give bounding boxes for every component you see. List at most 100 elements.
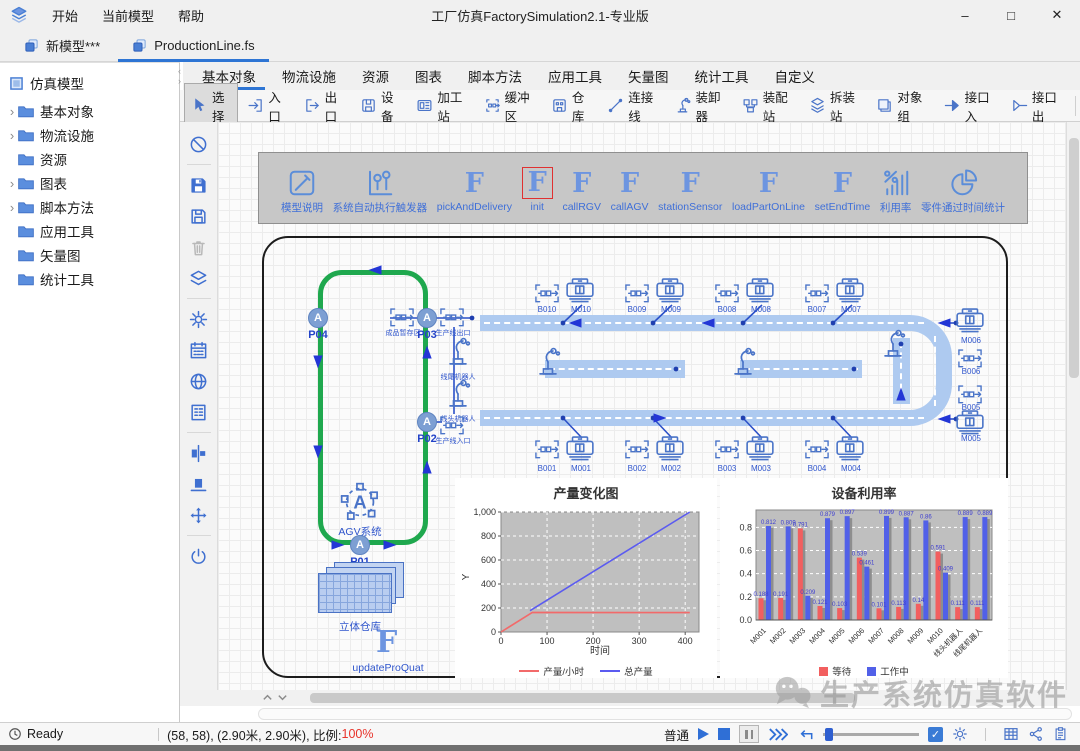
script-item-stationSensor[interactable]: FstationSensor — [658, 163, 722, 213]
script-item-零件通过时间统计[interactable]: 零件通过时间统计 — [921, 162, 1005, 215]
sub-conveyor[interactable] — [545, 360, 685, 378]
warehouse-3d[interactable] — [318, 562, 410, 616]
sidebar-item-6[interactable]: 矢量图 — [0, 243, 179, 267]
svg-text:0.191: 0.191 — [773, 592, 789, 598]
clipboard-icon[interactable] — [1053, 726, 1068, 742]
minimize-button[interactable]: – — [942, 0, 988, 30]
menu-2[interactable]: 帮助 — [168, 3, 214, 28]
ltool-globe[interactable] — [185, 367, 213, 395]
ltool-settings[interactable] — [185, 305, 213, 333]
ltool-align-bottom[interactable] — [185, 470, 213, 498]
close-button[interactable]: ✕ — [1034, 0, 1080, 30]
ltool-list[interactable] — [185, 398, 213, 426]
svg-text:0.14: 0.14 — [912, 598, 924, 604]
sidebar-item-3[interactable]: ›图表 — [0, 171, 179, 195]
fast-forward-icon[interactable] — [768, 727, 788, 742]
station-label: B003 — [712, 464, 742, 473]
script-item-callRGV[interactable]: FcallRGV — [562, 163, 601, 213]
station-M006[interactable] — [955, 308, 985, 339]
station-M001[interactable] — [565, 436, 595, 467]
stop-button[interactable] — [718, 728, 730, 740]
ltool-delete[interactable] — [185, 233, 213, 261]
script-item-系统自动执行触发器[interactable]: 系统自动执行触发器 — [333, 162, 428, 215]
station-label: B010 — [532, 305, 562, 314]
station-线头机器人[interactable] — [445, 378, 471, 413]
sidebar-item-0[interactable]: ›基本对象 — [0, 99, 179, 123]
play-button[interactable] — [698, 728, 709, 740]
pause-button[interactable] — [739, 725, 759, 743]
sidebar-item-2[interactable]: 资源 — [0, 147, 179, 171]
scroll-arrows[interactable] — [262, 692, 288, 703]
sub-conveyor-robot[interactable] — [880, 328, 906, 363]
slider-handle[interactable] — [825, 728, 833, 741]
window-bottom-edge — [0, 745, 1080, 751]
station-M002[interactable] — [655, 436, 685, 467]
scroll-up-icon[interactable] — [262, 692, 273, 703]
ltool-schedule[interactable] — [185, 336, 213, 364]
process-station-icon — [416, 97, 433, 114]
canvas-horizontal-scrollbar[interactable] — [180, 690, 1080, 706]
ltool-save-as[interactable] — [185, 202, 213, 230]
power-icon — [189, 547, 208, 566]
machine-station-icon — [565, 436, 595, 462]
horizontal-scroll-thumb[interactable] — [310, 693, 855, 703]
script-item-callAGV[interactable]: FcallAGV — [611, 163, 649, 213]
tool-label: 连接线 — [628, 87, 658, 125]
agv-node-P03[interactable]: A — [417, 308, 437, 328]
share-nodes-icon[interactable] — [1028, 726, 1044, 742]
tool-label: 选择 — [212, 87, 231, 125]
vertical-scroll-thumb[interactable] — [1069, 138, 1079, 378]
station-B003[interactable] — [715, 440, 739, 464]
tree-expand-arrow[interactable]: › — [0, 128, 18, 143]
scroll-down-icon[interactable] — [277, 692, 288, 703]
script-item-init[interactable]: Finit — [522, 163, 553, 213]
script-item-loadPartOnLine[interactable]: FloadPartOnLine — [732, 163, 805, 213]
tree-expand-arrow[interactable]: › — [0, 176, 18, 191]
app-logo-icon — [10, 6, 28, 24]
canvas-vertical-scrollbar[interactable] — [1066, 122, 1080, 690]
ltool-save[interactable] — [185, 171, 213, 199]
script-item-利用率[interactable]: 利用率 — [880, 162, 912, 215]
agv-node-P04[interactable]: A — [308, 308, 328, 328]
script-item-setEndTime[interactable]: FsetEndTime — [815, 163, 871, 213]
ltool-align-horizontal[interactable] — [185, 439, 213, 467]
station-线尾机器人[interactable] — [445, 336, 471, 371]
sidebar-item-1[interactable]: ›物流设施 — [0, 123, 179, 147]
station-M003[interactable] — [745, 436, 775, 467]
ltool-move[interactable] — [185, 501, 213, 529]
station-M004[interactable] — [835, 436, 865, 467]
sub-conveyor[interactable] — [740, 360, 862, 378]
model-canvas[interactable]: 模型说明系统自动执行触发器FpickAndDelivery Finit FcallR… — [218, 122, 1080, 690]
speed-slider[interactable] — [823, 733, 919, 736]
menu-0[interactable]: 开始 — [42, 3, 88, 28]
document-tab-0[interactable]: 新模型*** — [8, 30, 116, 61]
ltool-layers[interactable] — [185, 264, 213, 292]
tool-label: 出口 — [325, 87, 344, 125]
script-item-pickAndDelivery[interactable]: FpickAndDelivery — [437, 163, 512, 213]
menu-1[interactable]: 当前模型 — [92, 3, 164, 28]
sub-conveyor-robot[interactable] — [730, 346, 756, 381]
sidebar-item-5[interactable]: 应用工具 — [0, 219, 179, 243]
ltool-power[interactable] — [185, 542, 213, 570]
reset-arrow-icon[interactable] — [797, 727, 814, 742]
gear-icon[interactable] — [952, 726, 968, 742]
ltool-cancel[interactable] — [185, 130, 213, 158]
table-icon[interactable] — [1003, 726, 1019, 742]
tree-root[interactable]: 仿真模型 — [0, 69, 179, 99]
animation-checkbox[interactable]: ✓ — [928, 727, 943, 742]
script-item-模型说明[interactable]: 模型说明 — [281, 162, 323, 215]
tree-expand-arrow[interactable]: › — [0, 200, 18, 215]
station-B001[interactable] — [535, 440, 559, 464]
script-updateProQuat[interactable]: F — [376, 628, 397, 658]
station-B002[interactable] — [625, 440, 649, 464]
sidebar-collapse-handle[interactable]: ‹› — [178, 66, 188, 86]
maximize-button[interactable]: □ — [988, 0, 1034, 30]
station-B004[interactable] — [805, 440, 829, 464]
agv-system[interactable]: A — [338, 480, 382, 529]
tree-expand-arrow[interactable]: › — [0, 104, 18, 119]
sidebar-item-4[interactable]: ›脚本方法 — [0, 195, 179, 219]
sub-conveyor-robot[interactable] — [535, 346, 561, 381]
agv-node-P02[interactable]: A — [417, 412, 437, 432]
document-tab-1[interactable]: ProductionLine.fs — [116, 30, 270, 61]
sidebar-item-7[interactable]: 统计工具 — [0, 267, 179, 291]
